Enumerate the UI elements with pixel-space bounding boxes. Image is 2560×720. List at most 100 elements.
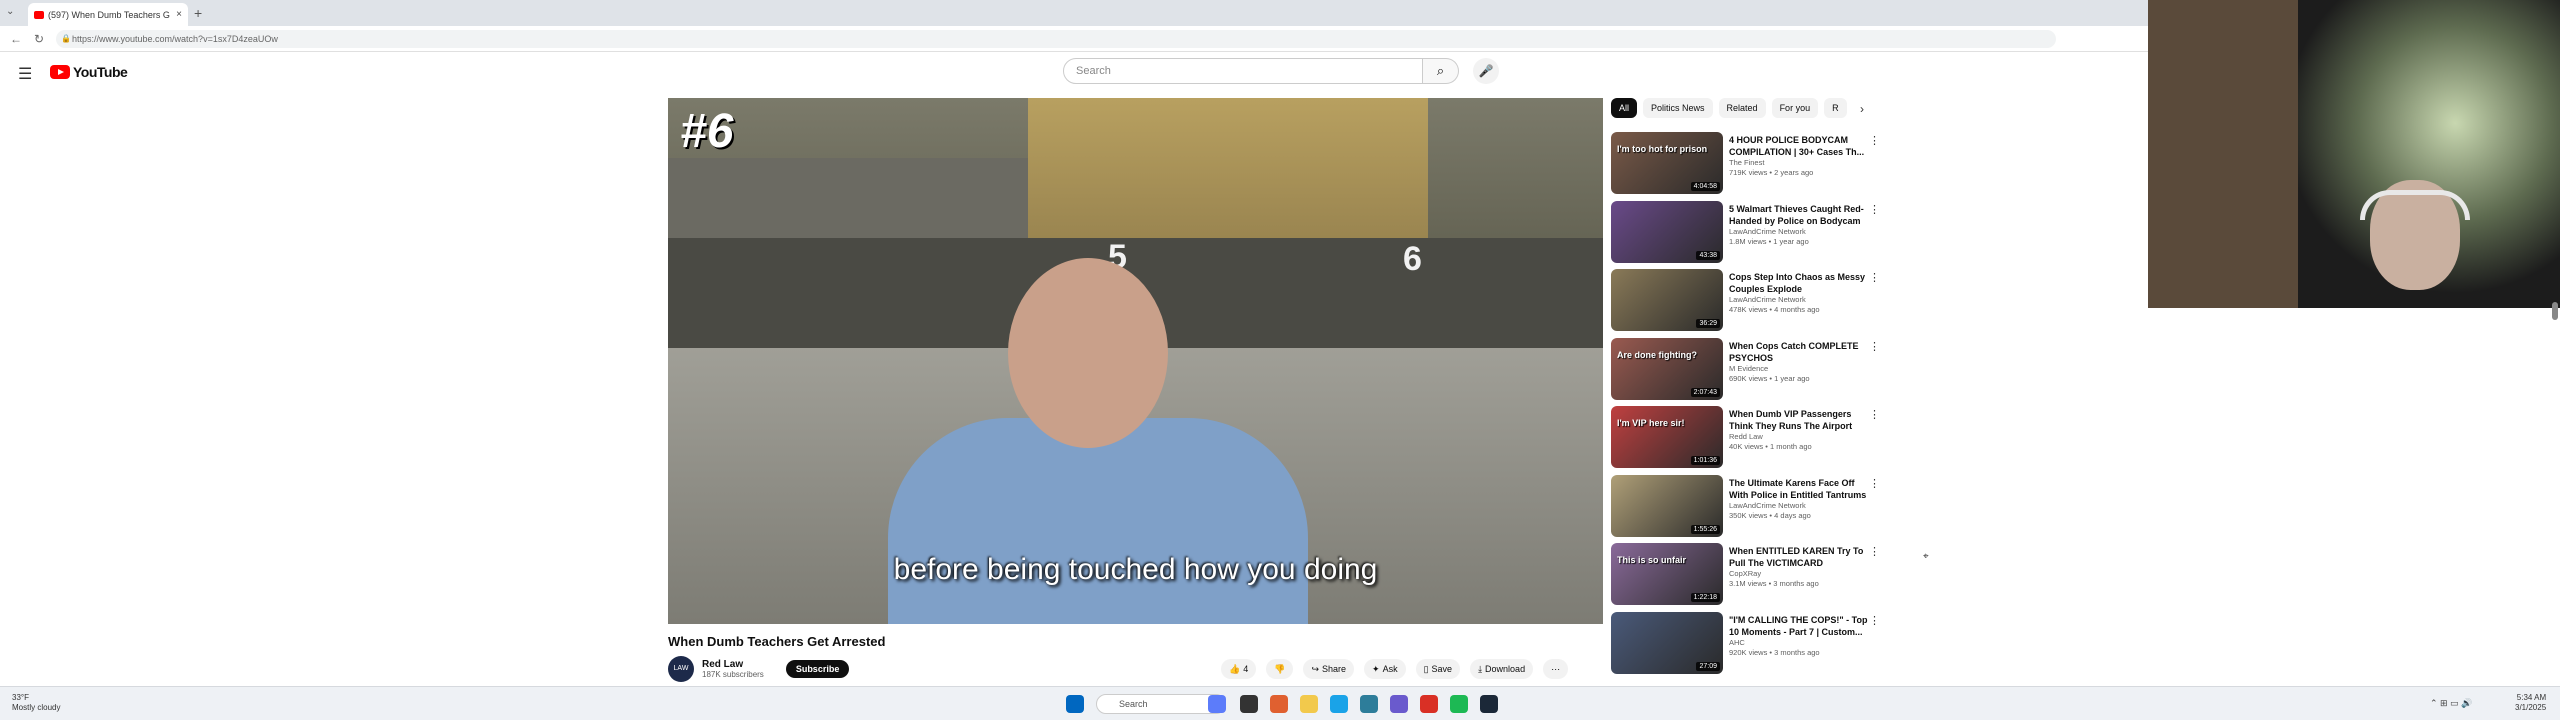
- search-button[interactable]: ⌕: [1423, 58, 1459, 84]
- youtube-logo[interactable]: YouTube: [50, 64, 128, 80]
- more-options-icon[interactable]: ⋮: [1869, 340, 1880, 353]
- recommendation-thumbnail[interactable]: 43:38: [1611, 200, 1723, 263]
- menu-hamburger-icon[interactable]: ☰: [18, 64, 32, 84]
- chip-all[interactable]: All: [1611, 98, 1638, 118]
- recommendation-item[interactable]: 36:29 Cops Step Into Chaos as Messy Coupl…: [1611, 269, 1891, 333]
- recommendation-item[interactable]: I'm VIP here sir! 1:01:36 When Dumb VIP Pa…: [1611, 406, 1891, 470]
- recommendation-thumbnail[interactable]: 1:55:26: [1611, 474, 1723, 537]
- recommendation-item[interactable]: 1:55:26 The Ultimate Karens Face Off With…: [1611, 474, 1891, 539]
- lock-icon: 🔒: [61, 34, 71, 43]
- like-button[interactable]: 👍 4: [1221, 659, 1257, 679]
- recommendation-item[interactable]: I'm too hot for prison 4:04:58 4 HOUR POLI…: [1611, 132, 1891, 196]
- recommendation-title[interactable]: 5 Walmart Thieves Caught Red-Handed by P…: [1729, 203, 1869, 227]
- taskbar-search[interactable]: Search: [1096, 694, 1226, 714]
- ask-label: Ask: [1382, 664, 1398, 674]
- chevron-right-icon[interactable]: ›: [1860, 102, 1864, 116]
- store-icon[interactable]: [1360, 695, 1378, 713]
- recommendation-thumbnail[interactable]: Are done fighting? 2:07:43: [1611, 337, 1723, 400]
- recommendation-title[interactable]: The Ultimate Karens Face Off With Police…: [1729, 477, 1869, 501]
- system-tray-icons[interactable]: ⌃ ⊞ ▭ 🔊: [2430, 698, 2472, 709]
- recommendation-channel[interactable]: The Finest: [1729, 158, 1869, 168]
- recommendation-item[interactable]: 27:09 "I'M CALLING THE COPS!" - Top 10 Mo…: [1611, 611, 1891, 676]
- recommendation-meta: 690K views • 1 year ago: [1729, 373, 1810, 383]
- more-options-icon[interactable]: ⋮: [1869, 545, 1880, 558]
- task-view-icon[interactable]: [1240, 695, 1258, 713]
- recommendation-meta: 478K views • 4 months ago: [1729, 305, 1820, 314]
- file-explorer-icon[interactable]: [1300, 695, 1318, 713]
- save-button[interactable]: ▯ Save: [1415, 659, 1461, 679]
- chip-for-you[interactable]: For you: [1771, 98, 1819, 118]
- chip-politics-news[interactable]: Politics News: [1643, 98, 1713, 118]
- tab-search-icon[interactable]: ⌄: [6, 6, 14, 17]
- recommendation-title[interactable]: When Dumb VIP Passengers Think They Runs…: [1729, 408, 1869, 432]
- new-tab-button[interactable]: +: [194, 5, 202, 21]
- copilot-icon[interactable]: [1270, 695, 1288, 713]
- browser-tab-bar: ⌄ (597) When Dumb Teachers G × +: [0, 0, 2148, 26]
- recommendation-title[interactable]: When Cops Catch COMPLETE PSYCHOS: [1729, 340, 1869, 364]
- channel-row: LAW Red Law 187K subscribers Subscribe: [668, 656, 850, 682]
- back-arrow-icon[interactable]: ←: [10, 32, 22, 46]
- weather-widget[interactable]: 33°F Mostly cloudy: [12, 693, 60, 713]
- discord-icon[interactable]: [1390, 695, 1408, 713]
- recommendation-channel[interactable]: LawAndCrime Network: [1729, 227, 1869, 237]
- subscribe-button[interactable]: Subscribe: [785, 660, 850, 678]
- more-actions-button[interactable]: ⋯: [1543, 659, 1569, 679]
- recommendation-thumbnail[interactable]: 27:09: [1611, 611, 1723, 674]
- recommendation-meta: 719K views • 2 years ago: [1729, 168, 1814, 177]
- voice-search-mic-icon[interactable]: 🎤: [1473, 58, 1499, 84]
- spotify-icon[interactable]: [1450, 695, 1468, 713]
- recommendation-thumbnail[interactable]: I'm too hot for prison 4:04:58: [1611, 132, 1723, 194]
- reload-icon[interactable]: ↻: [34, 32, 44, 46]
- download-label: Download: [1485, 664, 1526, 674]
- steam-icon[interactable]: [1480, 695, 1498, 713]
- recommendation-title[interactable]: When ENTITLED KAREN Try To Pull The VICT…: [1729, 545, 1869, 569]
- video-player[interactable]: 5 6 #6 before being touched how you doin…: [668, 98, 1603, 624]
- more-options-icon[interactable]: ⋮: [1869, 134, 1880, 147]
- ask-button[interactable]: ✦ Ask: [1364, 659, 1406, 679]
- chip-related[interactable]: Related: [1718, 98, 1766, 118]
- browser-tab-youtube[interactable]: (597) When Dumb Teachers G ×: [28, 3, 188, 26]
- chrome-icon[interactable]: [1420, 695, 1438, 713]
- more-options-icon[interactable]: ⋮: [1869, 203, 1880, 216]
- recommendation-channel[interactable]: CopXRay: [1729, 569, 1869, 579]
- url-field[interactable]: 🔒 https://www.youtube.com/watch?v=1sx7D4…: [56, 30, 2056, 48]
- recommendation-thumbnail[interactable]: 36:29: [1611, 269, 1723, 331]
- more-options-icon[interactable]: ⋮: [1869, 271, 1880, 284]
- bookmark-icon: ▯: [1423, 663, 1429, 674]
- chip-truncated[interactable]: R: [1824, 98, 1847, 118]
- widgets-icon[interactable]: [1208, 695, 1226, 713]
- more-options-icon[interactable]: ⋮: [1869, 614, 1880, 627]
- close-tab-icon[interactable]: ×: [176, 9, 182, 20]
- recommendation-item[interactable]: This is so unfair 1:22:18 When ENTITLED KA…: [1611, 543, 1891, 607]
- recommendation-thumbnail[interactable]: I'm VIP here sir! 1:01:36: [1611, 406, 1723, 468]
- recommendation-meta: 3.1M views • 3 months ago: [1729, 579, 1819, 588]
- recommendation-title[interactable]: 4 HOUR POLICE BODYCAM COMPILATION | 30+ …: [1729, 134, 1869, 158]
- start-windows-icon[interactable]: [1066, 695, 1084, 713]
- channel-name[interactable]: Red Law: [702, 659, 764, 670]
- search-input[interactable]: Search: [1063, 58, 1423, 84]
- thumbnail-text: I'm too hot for prison: [1617, 144, 1708, 154]
- recommendation-item[interactable]: 43:38 5 Walmart Thieves Caught Red-Handed…: [1611, 200, 1891, 265]
- recommendation-channel[interactable]: AHC: [1729, 638, 1869, 648]
- recommendation-item[interactable]: Are done fighting? 2:07:43 When Cops Catch…: [1611, 337, 1891, 402]
- recommendation-thumbnail[interactable]: This is so unfair 1:22:18: [1611, 543, 1723, 605]
- edge-browser-icon[interactable]: [1330, 695, 1348, 713]
- like-count: 4: [1243, 664, 1249, 674]
- recommendation-channel[interactable]: LawAndCrime Network: [1729, 295, 1869, 305]
- more-options-icon[interactable]: ⋮: [1869, 477, 1880, 490]
- channel-avatar[interactable]: LAW: [668, 656, 694, 682]
- webcam-overlay: [2148, 0, 2560, 308]
- thumbs-up-icon: 👍: [1229, 663, 1241, 674]
- recommendation-title[interactable]: Cops Step Into Chaos as Messy Couples Ex…: [1729, 271, 1869, 295]
- share-button[interactable]: ↪ Share: [1303, 659, 1355, 679]
- page-scrollbar[interactable]: [2552, 302, 2558, 320]
- recommendation-title[interactable]: "I'M CALLING THE COPS!" - Top 10 Moments…: [1729, 614, 1869, 638]
- recommendation-channel[interactable]: LawAndCrime Network: [1729, 501, 1869, 511]
- dislike-button[interactable]: 👎: [1266, 659, 1294, 679]
- more-options-icon[interactable]: ⋮: [1869, 408, 1880, 421]
- windows-taskbar: 33°F Mostly cloudy Search ⌃ ⊞ ▭ 🔊 5:34 A…: [0, 686, 2560, 720]
- recommendation-channel[interactable]: M Evidence: [1729, 364, 1869, 374]
- download-button[interactable]: ⤓ Download: [1470, 659, 1534, 679]
- taskbar-clock[interactable]: 5:34 AM 3/1/2025: [2515, 693, 2546, 713]
- recommendation-channel[interactable]: Redd Law: [1729, 432, 1869, 442]
